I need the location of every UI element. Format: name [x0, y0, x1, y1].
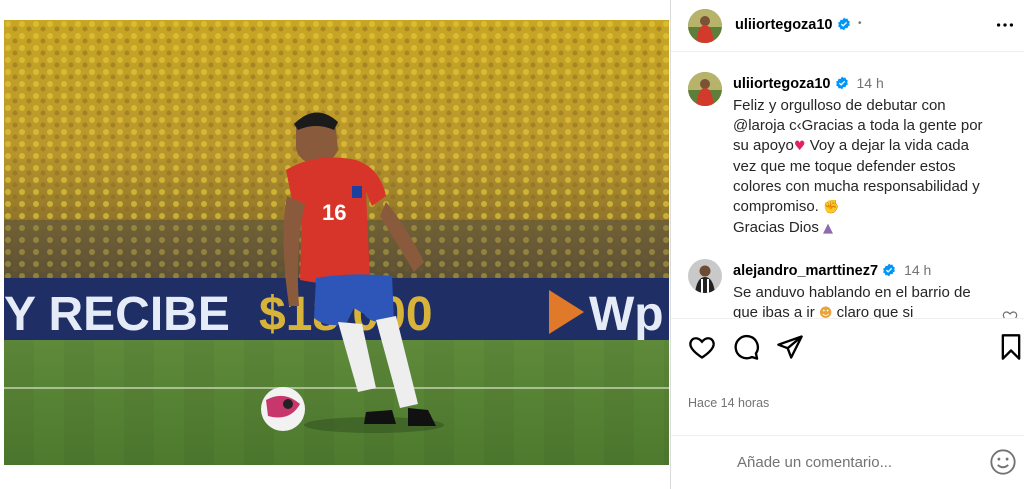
- add-comment-bar: Añade un comentario...: [671, 435, 1024, 489]
- heart-eyes-emoji: ☻: [818, 306, 833, 318]
- comments-list[interactable]: uliiortegoza10 14 h Feliz y orgulloso de …: [671, 52, 1024, 318]
- instagram-post-view: Y RECIBE $18.000 Wp 16: [0, 0, 1024, 489]
- svg-text:Y RECIBE: Y RECIBE: [4, 288, 230, 341]
- bookmark-icon[interactable]: [997, 333, 1024, 361]
- post-actions-bar: [671, 318, 1024, 374]
- comment-line: que ibas a ir ☻ claro que si: [733, 303, 1003, 318]
- post-media-area: Y RECIBE $18.000 Wp 16: [0, 0, 671, 489]
- comment-line-text: que ibas a ir: [733, 304, 819, 318]
- caption-head: uliiortegoza10 14 h: [733, 75, 884, 93]
- muscle-emoji: ✊: [823, 200, 840, 215]
- svg-text:Wp: Wp: [589, 288, 664, 341]
- emoji-icon[interactable]: [989, 448, 1017, 476]
- add-comment-input[interactable]: Añade un comentario...: [737, 454, 892, 471]
- header-dot: •: [858, 18, 862, 29]
- avatar-image: [688, 259, 722, 293]
- comment-icon[interactable]: [732, 333, 760, 361]
- post-timestamp[interactable]: Hace 14 horas: [688, 396, 769, 410]
- share-icon[interactable]: [776, 333, 804, 361]
- caption-author-avatar[interactable]: [688, 72, 722, 106]
- mention-link[interactable]: @laroja: [733, 117, 785, 134]
- commenter-username[interactable]: alejandro_marttinez7: [733, 263, 878, 279]
- caption-time[interactable]: 14 h: [857, 75, 884, 91]
- caption-line: @laroja c‹Gracias a toda la gente por: [733, 116, 1003, 136]
- caption-username[interactable]: uliiortegoza10: [733, 76, 831, 92]
- praying-hands-emoji: ▲: [823, 221, 834, 236]
- verified-badge-icon: [883, 263, 895, 277]
- verified-badge-icon: [835, 76, 848, 90]
- caption-line: Feliz y orgulloso de debutar con: [733, 97, 946, 114]
- caption-line-text: su apoyo: [733, 137, 794, 154]
- more-options-icon[interactable]: [994, 14, 1016, 36]
- svg-text:16: 16: [322, 200, 346, 225]
- post-photo[interactable]: Y RECIBE $18.000 Wp 16: [4, 20, 669, 465]
- heart-icon[interactable]: [688, 333, 716, 361]
- avatar-image: [688, 72, 722, 106]
- caption-line: su apoyo♥ Voy a dejar la vida cada: [733, 136, 1003, 157]
- football-photo: Y RECIBE $18.000 Wp 16: [4, 20, 669, 465]
- comment-like-heart-icon[interactable]: [1002, 309, 1018, 318]
- comment-head: alejandro_marttinez7 14 h: [733, 262, 931, 280]
- red-heart-emoji: ♥: [793, 139, 806, 154]
- caption-line: vez que me toque defender estos: [733, 158, 956, 175]
- author-username[interactable]: uliiortegoza10: [735, 17, 851, 33]
- caption-line: Gracias Dios ▲: [733, 218, 1003, 239]
- comment-text: Se anduvo hablando en el barrio de que i…: [733, 283, 1003, 318]
- caption-line-text: Gracias Dios: [733, 219, 824, 236]
- post-side-panel: uliiortegoza10 • uliiortegoza10 14 h Fel…: [671, 0, 1024, 489]
- verified-badge-icon: [837, 17, 850, 31]
- commenter-avatar[interactable]: [688, 259, 722, 293]
- comment-line: Se anduvo hablando en el barrio de: [733, 284, 971, 301]
- caption-text: Feliz y orgulloso de debutar con @laroja…: [733, 96, 1003, 239]
- post-header: uliiortegoza10 •: [671, 0, 1024, 52]
- author-username-text[interactable]: uliiortegoza10: [735, 17, 833, 33]
- caption-line-text: Voy a dejar la vida cada: [805, 137, 969, 154]
- author-avatar[interactable]: [688, 9, 722, 43]
- comment-time[interactable]: 14 h: [904, 262, 931, 278]
- caption-line: compromiso. ✊: [733, 197, 1003, 218]
- comment-line-text: claro que si: [832, 304, 914, 318]
- caption-line-text: compromiso.: [733, 198, 824, 215]
- caption-line: colores con mucha responsabilidad y: [733, 178, 980, 195]
- caption-line-text: c‹Gracias a toda la gente por: [784, 117, 983, 134]
- avatar-image: [688, 9, 722, 43]
